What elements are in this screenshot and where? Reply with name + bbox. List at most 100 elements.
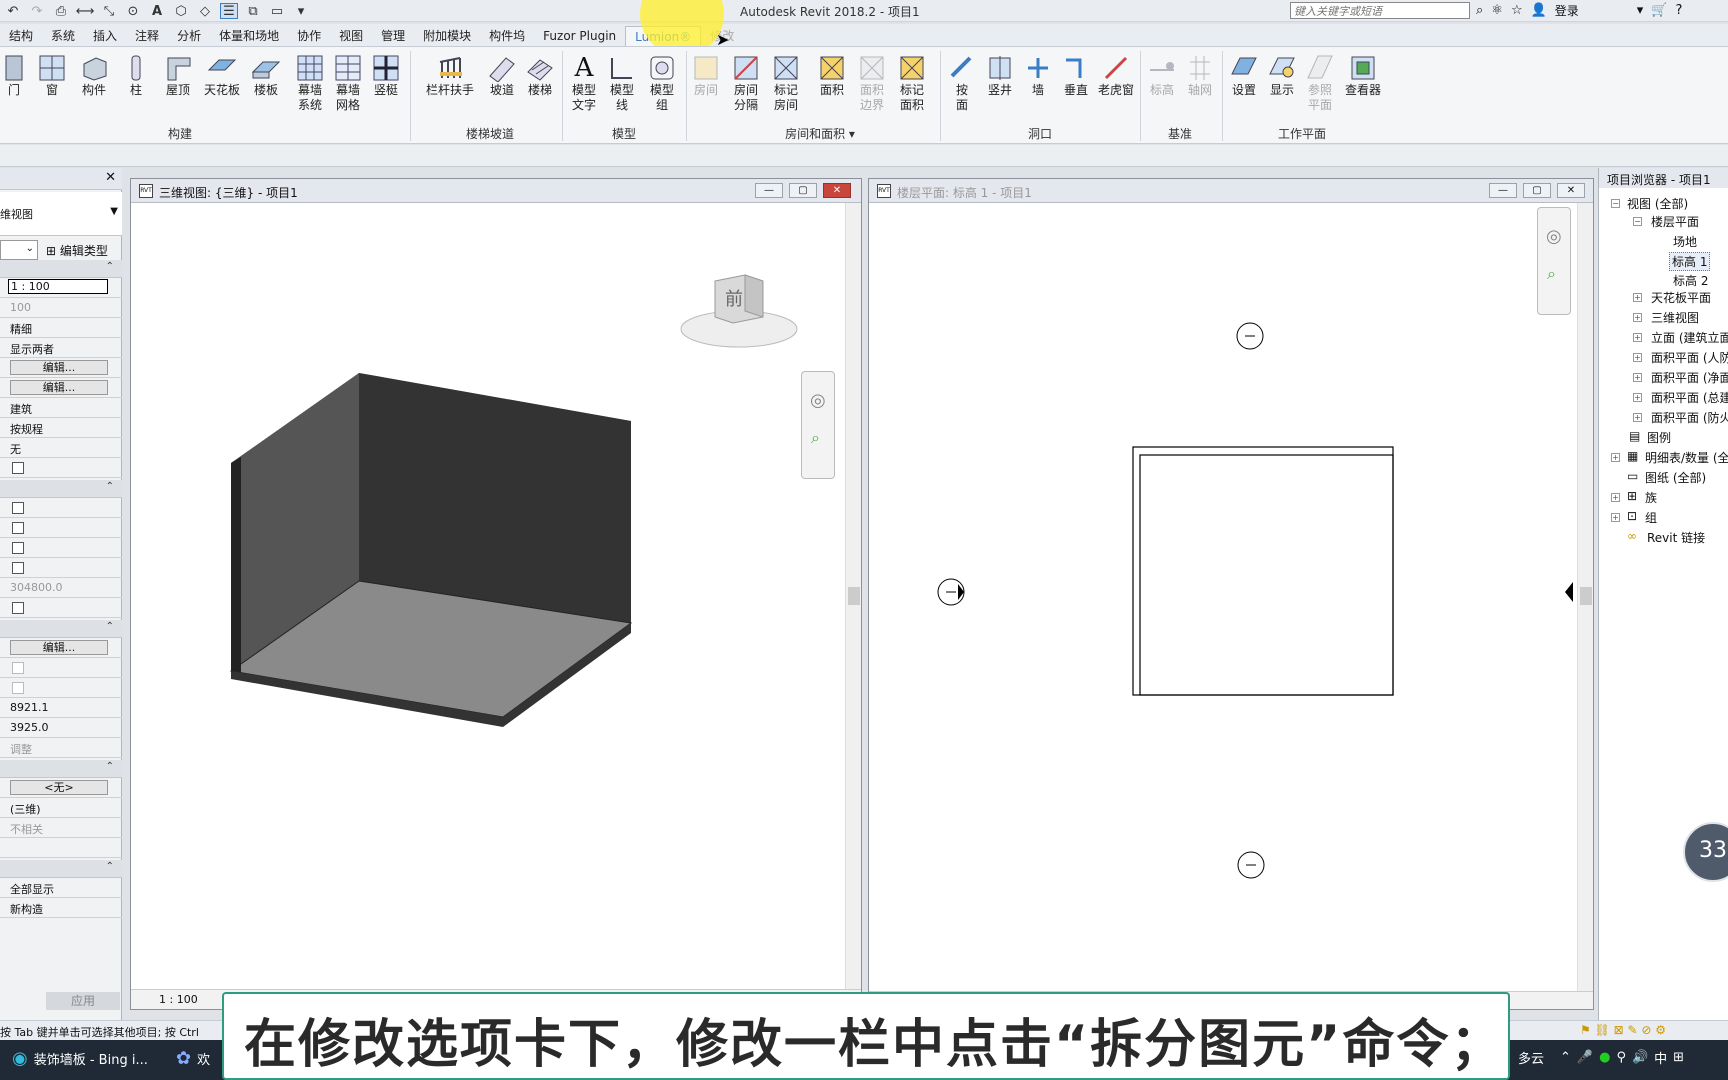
prop-eye-elevation[interactable]: 8921.1 bbox=[0, 698, 122, 718]
ceiling-button[interactable]: 天花板 bbox=[202, 53, 242, 133]
expand-icon[interactable]: + bbox=[1633, 373, 1642, 382]
tab-addins[interactable]: 附加模块 bbox=[414, 26, 480, 46]
taskbar-weather[interactable]: 多云 bbox=[1518, 1048, 1544, 1067]
prop-sun-path[interactable] bbox=[0, 458, 122, 478]
edit-button[interactable]: 编辑... bbox=[10, 640, 108, 655]
type-selector[interactable]: 维视图 ▼ bbox=[0, 192, 122, 236]
tag-area-button[interactable]: 标记 面积 bbox=[892, 53, 932, 133]
restore-button[interactable]: ▢ bbox=[789, 183, 817, 198]
taskbar-edge[interactable]: ◉ 装饰墙板 - Bing i... bbox=[12, 1048, 148, 1069]
expand-icon[interactable]: + bbox=[1611, 453, 1620, 462]
area-button[interactable]: 面积 bbox=[812, 53, 852, 133]
browser-item-revit-links[interactable]: Revit 链接 bbox=[1647, 529, 1705, 546]
prop-view-scale[interactable]: 1 : 100 bbox=[0, 278, 122, 298]
component-button[interactable]: 构件 bbox=[74, 53, 114, 133]
browser-item-level-2[interactable]: 标高 2 bbox=[1673, 272, 1708, 289]
ime-indicator[interactable]: 中 bbox=[1654, 1048, 1667, 1067]
checkbox[interactable] bbox=[12, 542, 24, 554]
column-button[interactable]: 柱 bbox=[116, 53, 156, 133]
model-group-button[interactable]: 模型 组 bbox=[642, 53, 682, 133]
browser-item-area-plans-2[interactable]: 面积平面 (净面 bbox=[1651, 369, 1728, 386]
expand-icon[interactable]: + bbox=[1633, 393, 1642, 402]
edit-type-button[interactable]: ⊞ 编辑类型 bbox=[42, 240, 122, 260]
tab-insert[interactable]: 插入 bbox=[84, 26, 126, 46]
expand-icon[interactable]: + bbox=[1633, 413, 1642, 422]
apply-button[interactable]: 应用 bbox=[46, 992, 120, 1010]
browser-item-elevations[interactable]: 立面 (建筑立面 bbox=[1651, 329, 1728, 346]
zoom-icon[interactable]: ⌕ bbox=[1547, 264, 1556, 284]
door-button[interactable]: 门 bbox=[0, 53, 34, 133]
star-icon[interactable]: ☆ bbox=[1511, 3, 1523, 18]
view-cube-front-label[interactable]: 前 bbox=[725, 285, 743, 311]
prop-section-box[interactable] bbox=[0, 598, 122, 618]
login-link[interactable]: 登录 bbox=[1555, 2, 1579, 19]
dropdown-icon[interactable]: ▾ bbox=[1637, 3, 1644, 18]
prop-crop-view[interactable] bbox=[0, 498, 122, 518]
prop-annotation-crop[interactable] bbox=[0, 538, 122, 558]
viewer-button[interactable]: 查看器 bbox=[1340, 53, 1386, 133]
railing-button[interactable]: 栏杆扶手 bbox=[426, 53, 474, 133]
prop-phase-filter[interactable]: 全部显示 bbox=[0, 878, 122, 898]
checkbox[interactable] bbox=[12, 562, 24, 574]
tab-annotate[interactable]: 注释 bbox=[126, 26, 168, 46]
prop-discipline[interactable]: 建筑 bbox=[0, 398, 122, 418]
grid-icon[interactable]: ⊞ bbox=[1673, 1050, 1684, 1065]
prop-parts-visibility[interactable]: 显示两者 bbox=[0, 338, 122, 358]
section-extents-header[interactable]: ⌃ bbox=[0, 480, 122, 498]
browser-item-area-plans-3[interactable]: 面积平面 (总建 bbox=[1651, 389, 1728, 406]
checkbox[interactable] bbox=[12, 462, 24, 474]
browser-item-level-1[interactable]: 标高 1 bbox=[1669, 252, 1711, 271]
area-boundary-button[interactable]: 面积 边界 bbox=[852, 53, 892, 133]
floor-button[interactable]: 楼板 bbox=[246, 53, 286, 133]
browser-item-area-plans-1[interactable]: 面积平面 (人防 bbox=[1651, 349, 1728, 366]
model-line-button[interactable]: 模型 线 bbox=[602, 53, 642, 133]
edit-button[interactable]: 编辑... bbox=[10, 380, 108, 395]
restore-button[interactable]: ▢ bbox=[1523, 183, 1551, 198]
minimize-button[interactable]: — bbox=[755, 183, 783, 198]
section-graphics-header[interactable]: ⌃ bbox=[0, 260, 122, 278]
ref-plane-button[interactable]: 参照 平面 bbox=[1300, 53, 1340, 133]
tab-structure[interactable]: 结构 bbox=[0, 26, 42, 46]
grid-button[interactable]: 轴网 bbox=[1180, 53, 1220, 133]
expand-icon[interactable]: + bbox=[1633, 293, 1642, 302]
expand-icon[interactable]: + bbox=[1633, 313, 1642, 322]
wechat-icon[interactable]: ● bbox=[1599, 1050, 1610, 1065]
prop-view-name[interactable]: (三维) bbox=[0, 798, 122, 818]
zoom-icon[interactable]: ⌕ bbox=[811, 428, 820, 448]
tab-view[interactable]: 视图 bbox=[330, 26, 372, 46]
communication-icon[interactable]: ⚛ bbox=[1491, 3, 1503, 18]
collapse-icon[interactable]: − bbox=[1633, 217, 1642, 226]
scrollbar-thumb[interactable] bbox=[848, 587, 860, 605]
customize-qat-icon[interactable]: ▾ bbox=[292, 3, 310, 19]
browser-item-families[interactable]: 族 bbox=[1645, 489, 1657, 506]
prop-phase[interactable]: 新构造 bbox=[0, 898, 122, 918]
steering-wheel-icon[interactable]: ◎ bbox=[1546, 226, 1562, 247]
panel-room-label[interactable]: 房间和面积 ▾ bbox=[770, 125, 870, 142]
instance-selector[interactable]: ⌄ bbox=[0, 240, 38, 260]
dormer-button[interactable]: 老虎窗 bbox=[1096, 53, 1136, 133]
measure-icon[interactable]: ⟷ bbox=[76, 3, 95, 19]
ramp-button[interactable]: 坡道 bbox=[482, 53, 522, 133]
redo-icon[interactable]: ↷ bbox=[28, 3, 46, 19]
prop-show-hidden[interactable]: 按规程 bbox=[0, 418, 122, 438]
close-button[interactable]: ✕ bbox=[1557, 183, 1585, 198]
view-3d-titlebar[interactable]: RVT 三维视图: {三维} - 项目1 — ▢ ✕ bbox=[131, 179, 861, 203]
expand-icon[interactable]: + bbox=[1633, 333, 1642, 342]
microphone-icon[interactable]: 🎤 bbox=[1577, 1050, 1593, 1065]
tab-analyze[interactable]: 分析 bbox=[168, 26, 210, 46]
close-hidden-icon[interactable]: ⧉ bbox=[244, 3, 262, 19]
taskbar-app[interactable]: ✿ 欢 bbox=[176, 1048, 210, 1069]
wall-opening-button[interactable]: 墙 bbox=[1018, 53, 1058, 133]
network-icon[interactable]: ⚲ bbox=[1616, 1050, 1626, 1065]
show-workplane-button[interactable]: 显示 bbox=[1262, 53, 1302, 133]
level-button[interactable]: 标高 bbox=[1142, 53, 1182, 133]
curtain-grid-button[interactable]: 幕墙 网格 bbox=[328, 53, 368, 133]
opening-by-face-button[interactable]: 按 面 bbox=[942, 53, 982, 133]
browser-item-legends[interactable]: 图例 bbox=[1647, 429, 1671, 446]
tab-collaborate[interactable]: 协作 bbox=[288, 26, 330, 46]
tab-massing[interactable]: 体量和场地 bbox=[210, 26, 288, 46]
status-tools-icon[interactable]: ⚑ ⛓ ⊠ ✎ ⊘ ⚙ bbox=[1580, 1023, 1666, 1037]
prop-crop-visible[interactable] bbox=[0, 518, 122, 538]
room-separator-button[interactable]: 房间 分隔 bbox=[726, 53, 766, 133]
switch-windows-icon[interactable]: ▭ bbox=[268, 3, 286, 19]
